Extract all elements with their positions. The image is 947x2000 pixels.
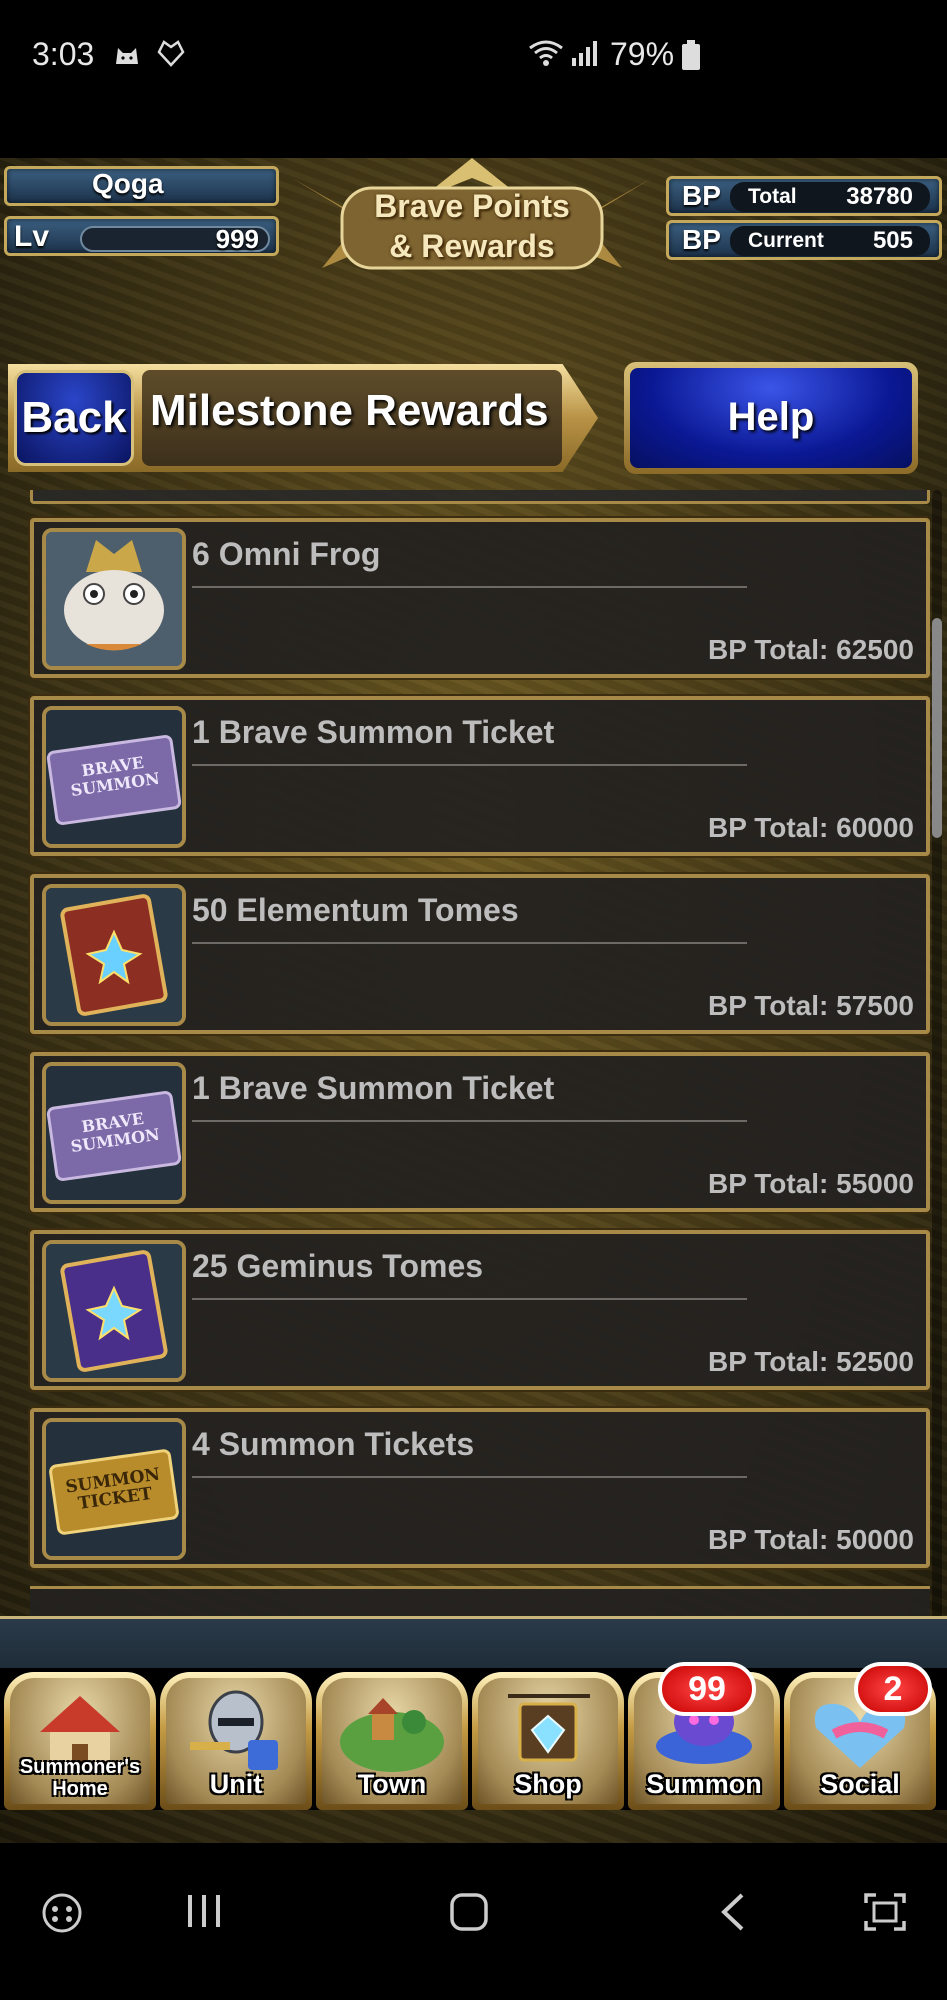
reward-name: 6 Omni Frog (192, 536, 381, 572)
menu-unit-button[interactable]: Unit (160, 1672, 312, 1810)
reward-name: 1 Brave Summon Ticket (192, 714, 555, 750)
reward-row[interactable]: 6 Omni Frog BP Total: 62500 (30, 518, 930, 678)
reward-bp-total: BP Total: 57500 (708, 990, 914, 1021)
social-badge: 2 (854, 1662, 932, 1716)
reward-row-partial (30, 490, 930, 504)
summon-badge: 99 (658, 1662, 756, 1716)
reward-bp-total: BP Total: 62500 (708, 634, 914, 665)
menu-button-face: Summoner's Home (10, 1678, 150, 1804)
brave-summon-ticket-icon: BRAVE SUMMON (42, 1062, 186, 1204)
reward-name: 1 Brave Summon Ticket (192, 1070, 555, 1106)
omni-frog-icon (42, 528, 186, 670)
player-header: Qoga Lv 999 Brave Points & Rewards BP To… (0, 158, 947, 278)
reward-divider (192, 1476, 747, 1478)
battery-percent: 79% (610, 36, 675, 72)
menu-social-button[interactable]: Social 2 (784, 1662, 936, 1810)
signal-icon (572, 41, 597, 66)
menu-button-face: Shop (478, 1678, 618, 1804)
knight-icon (190, 1690, 278, 1770)
reward-row-partial (30, 1586, 930, 1616)
app-screen: 3:03 79% Qoga Lv 999 Brave Points & Rewa… (0, 0, 947, 2000)
emblem-title-line1: Brave Points (374, 188, 570, 224)
menu-summoners-home-button[interactable]: Summoner's Home (4, 1672, 156, 1810)
geminus-tome-icon (42, 1240, 186, 1382)
bp-current-value: 505 (872, 227, 913, 254)
status-time: 3:03 (32, 36, 95, 72)
brave-summon-ticket-icon: BRAVE SUMMON (42, 706, 186, 848)
reward-divider (192, 764, 747, 766)
menu-summon-button[interactable]: Summon 99 (628, 1662, 780, 1810)
bp-total-value: 38780 (846, 183, 913, 210)
menu-label: Unit (209, 1769, 263, 1799)
elementum-tome-art (46, 888, 182, 1022)
reward-list[interactable]: 6 Omni Frog BP Total: 62500 BRAVE SUMMON… (24, 490, 930, 1765)
menu-shop-button[interactable]: Shop (472, 1672, 624, 1810)
status-bar: 3:03 79% (0, 0, 947, 115)
reward-row[interactable]: 50 Elementum Tomes BP Total: 57500 (30, 874, 930, 1034)
level-label: Lv (14, 220, 50, 253)
page-title: Milestone Rewards (150, 386, 549, 435)
reward-name: 50 Elementum Tomes (192, 892, 519, 928)
menu-label: Social (820, 1769, 900, 1799)
help-button[interactable]: Help (624, 362, 918, 474)
level-value: 999 (215, 224, 259, 254)
reward-row[interactable]: BRAVE SUMMON 1 Brave Summon Ticket BP To… (30, 696, 930, 856)
bp-total-label: BP (682, 180, 721, 211)
reward-bp-total: BP Total: 52500 (708, 1346, 914, 1377)
reward-bp-total: BP Total: 60000 (708, 812, 914, 843)
menu-label: Summoner's Home (19, 1756, 141, 1800)
reward-bp-total: BP Total: 50000 (708, 1524, 914, 1555)
reward-divider (192, 1298, 747, 1300)
reward-name: 4 Summon Tickets (192, 1426, 475, 1462)
reward-name: 25 Geminus Tomes (192, 1248, 484, 1284)
screenshot-icon[interactable] (862, 1891, 908, 1933)
summon-ticket-icon: SUMMON TICKET (42, 1418, 186, 1560)
menu-town-button[interactable]: Town (316, 1672, 468, 1810)
omni-frog-art (46, 532, 182, 666)
reward-row[interactable]: SUMMON TICKET 4 Summon Tickets BP Total:… (30, 1408, 930, 1568)
elementum-tome-icon (42, 884, 186, 1026)
player-name: Qoga (92, 168, 164, 199)
android-nav-bar (0, 1843, 947, 2000)
bp-total-key: Total (748, 185, 797, 208)
menu-label: Town (357, 1769, 427, 1799)
menu-label: Summon (646, 1769, 762, 1799)
game-launcher-icon[interactable] (40, 1891, 84, 1935)
menu-button-face: Unit (166, 1678, 306, 1804)
help-button-label: Help (630, 368, 912, 468)
main-menu: Summoner's Home Unit Town Shop Summon 99… (0, 1662, 947, 1810)
reward-divider (192, 942, 747, 944)
menu-button-face: Town (322, 1678, 462, 1804)
back-nav-icon[interactable] (718, 1891, 748, 1933)
geminus-tome-art (46, 1244, 182, 1378)
home-icon[interactable] (448, 1891, 490, 1933)
bp-current-label: BP (682, 224, 721, 255)
battery-icon (682, 40, 700, 70)
heart-notification-icon (157, 40, 185, 67)
back-button[interactable]: Back (14, 370, 134, 466)
brave-points-emblem: Brave Points & Rewards (282, 158, 662, 286)
game-area: Qoga Lv 999 Brave Points & Rewards BP To… (0, 158, 947, 1843)
reward-row[interactable]: BRAVE SUMMON 1 Brave Summon Ticket BP To… (30, 1052, 930, 1212)
recent-apps-icon[interactable] (184, 1891, 224, 1931)
reward-divider (192, 586, 747, 588)
menu-label: Shop (514, 1769, 582, 1799)
bp-current-key: Current (748, 229, 824, 252)
town-icon (340, 1698, 444, 1772)
reward-divider (192, 1120, 747, 1122)
reward-row[interactable]: 25 Geminus Tomes BP Total: 52500 (30, 1230, 930, 1390)
cat-notification-icon (116, 48, 138, 64)
scrollbar-thumb[interactable] (932, 618, 942, 838)
shop-sign-icon (508, 1694, 590, 1762)
emblem-title-line2: & Rewards (389, 228, 555, 264)
reward-bp-total: BP Total: 55000 (708, 1168, 914, 1199)
wifi-icon (529, 40, 563, 66)
